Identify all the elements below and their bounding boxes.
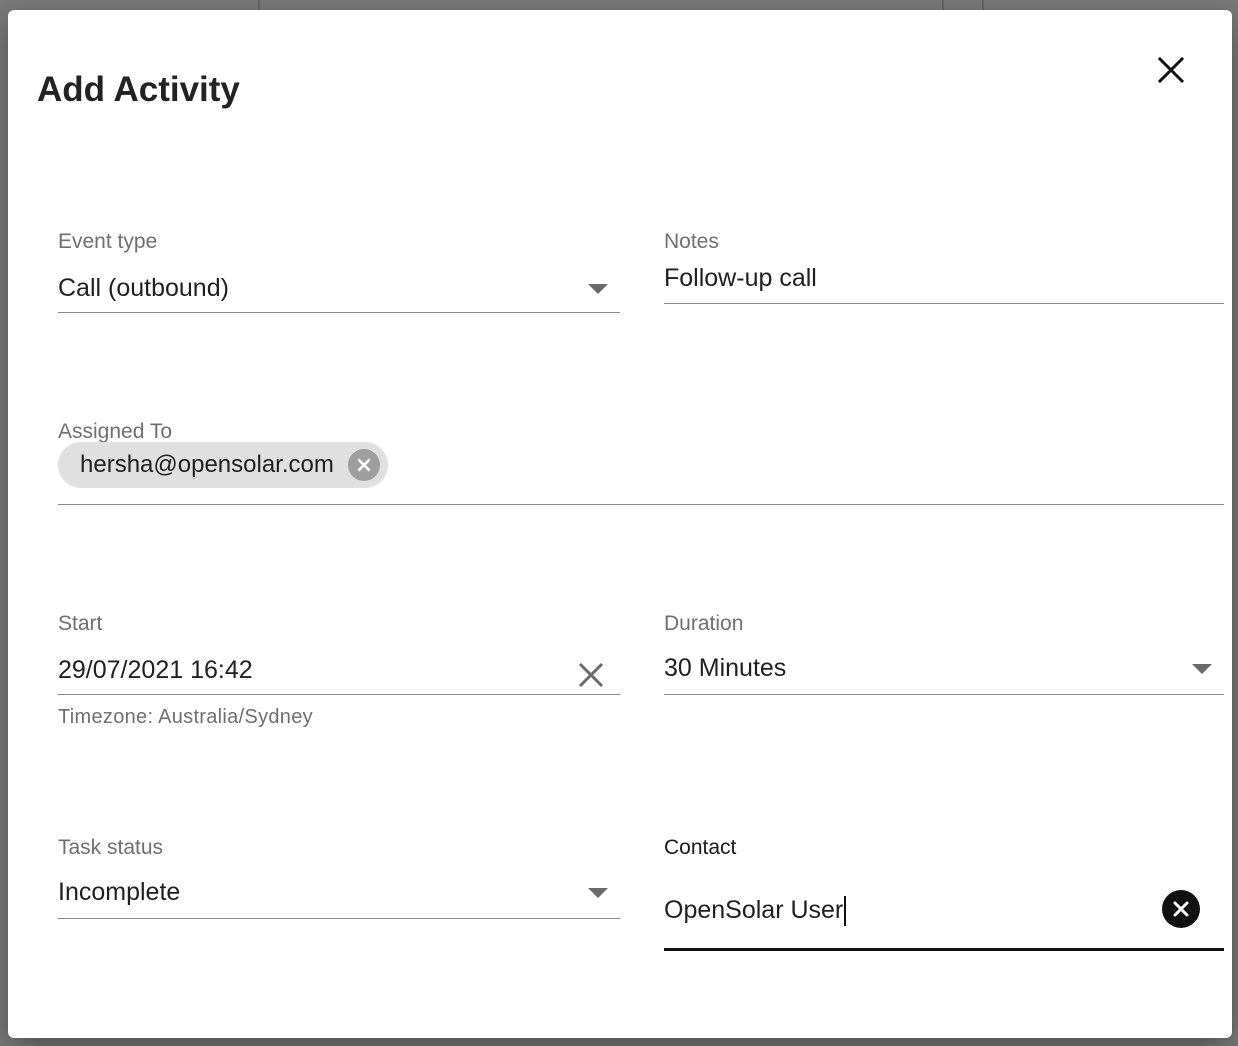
backdrop-divider bbox=[982, 0, 984, 10]
contact-input[interactable]: OpenSolar User bbox=[664, 896, 847, 927]
event-type-select[interactable]: Event type Call (outbound) bbox=[58, 230, 620, 314]
contact-input-text: OpenSolar User bbox=[664, 896, 844, 924]
backdrop-divider bbox=[258, 0, 260, 10]
clear-circle-icon[interactable] bbox=[1162, 890, 1200, 928]
clear-circle-glyph bbox=[1173, 901, 1189, 917]
assigned-to-field[interactable]: Assigned To hersha@opensolar.com bbox=[58, 420, 1224, 506]
event-type-underline bbox=[58, 312, 620, 313]
task-status-select[interactable]: Task status Incomplete bbox=[58, 836, 620, 920]
assignee-chip: hersha@opensolar.com bbox=[58, 442, 388, 488]
notes-input[interactable]: Follow-up call bbox=[664, 264, 817, 293]
task-status-value: Incomplete bbox=[58, 878, 181, 906]
close-icon bbox=[1157, 56, 1185, 84]
assignee-chip-label: hersha@opensolar.com bbox=[80, 451, 334, 478]
dropdown-arrow-icon bbox=[588, 284, 608, 294]
timezone-helper-text: Timezone: Australia/Sydney bbox=[58, 706, 313, 728]
task-status-underline bbox=[58, 918, 620, 919]
start-datetime-field[interactable]: Start 29/07/2021 16:42 Timezone: Austral… bbox=[58, 612, 620, 742]
duration-underline bbox=[664, 694, 1224, 695]
event-type-value: Call (outbound) bbox=[58, 274, 229, 302]
contact-underline-focused bbox=[664, 948, 1224, 951]
remove-chip-glyph bbox=[357, 458, 371, 472]
text-caret bbox=[844, 896, 847, 927]
notes-underline bbox=[664, 303, 1224, 304]
notes-label: Notes bbox=[664, 230, 719, 253]
duration-select[interactable]: Duration 30 Minutes bbox=[664, 612, 1224, 696]
close-button[interactable] bbox=[1148, 50, 1194, 90]
duration-label: Duration bbox=[664, 612, 744, 635]
task-status-label: Task status bbox=[58, 836, 164, 859]
start-input[interactable]: 29/07/2021 16:42 bbox=[58, 656, 253, 685]
start-label: Start bbox=[58, 612, 103, 635]
remove-chip-icon[interactable] bbox=[347, 449, 380, 481]
add-activity-dialog: Add Activity Event type Call (outbound) … bbox=[8, 10, 1232, 1038]
duration-value: 30 Minutes bbox=[664, 654, 787, 682]
dropdown-arrow-icon bbox=[1192, 664, 1212, 674]
event-type-label: Event type bbox=[58, 230, 158, 253]
contact-label: Contact bbox=[664, 836, 737, 859]
assigned-to-underline bbox=[58, 504, 1224, 505]
assigned-to-label: Assigned To bbox=[58, 420, 173, 443]
clear-icon[interactable] bbox=[578, 662, 604, 688]
contact-autocomplete[interactable]: Contact OpenSolar User bbox=[664, 836, 1224, 954]
backdrop-divider bbox=[942, 0, 944, 10]
dropdown-arrow-icon bbox=[588, 888, 608, 898]
notes-field[interactable]: Notes Follow-up call bbox=[664, 230, 1224, 306]
start-underline bbox=[58, 694, 620, 695]
dialog-title: Add Activity bbox=[37, 70, 240, 109]
